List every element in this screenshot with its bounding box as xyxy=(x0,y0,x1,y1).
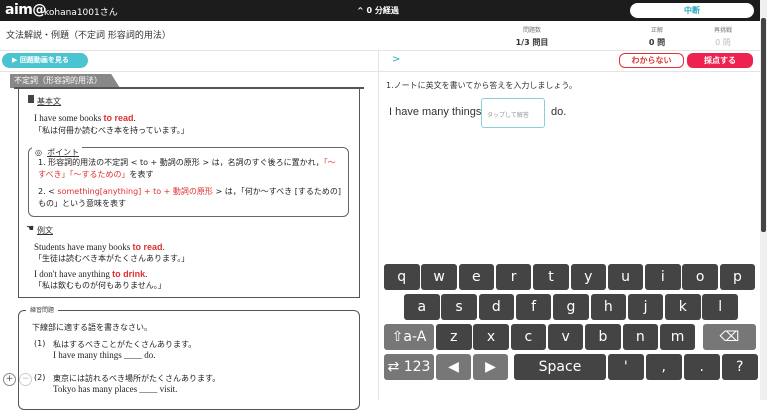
basic-translation: 「私は何冊か読むべき本を持っています。」 xyxy=(34,126,189,135)
divider xyxy=(0,71,760,72)
hand-icon: ☚ xyxy=(26,224,35,234)
key-period[interactable]: . xyxy=(684,354,720,380)
practice-instruction: 下線部に適する語を書きなさい。 xyxy=(32,323,152,332)
point-1: 1. 形容詞的用法の不定詞 < to + 動詞の原形 > は，名詞のすぐ後ろに置… xyxy=(38,158,336,179)
key-k[interactable]: k xyxy=(665,294,701,320)
key-c[interactable]: c xyxy=(510,324,547,350)
key-comma[interactable]: , xyxy=(646,354,682,380)
zoom-out-button[interactable]: − xyxy=(19,373,32,386)
key-q[interactable]: q xyxy=(384,264,420,290)
watch-video-button[interactable]: ▶ 回題動画を見る xyxy=(2,53,88,68)
key-b[interactable]: b xyxy=(585,324,621,350)
example-1: Students have many books to read. xyxy=(34,242,165,252)
username: kohana1001さん xyxy=(44,8,118,18)
key-g[interactable]: g xyxy=(553,294,589,320)
stat-label-questions: 問題数 xyxy=(522,27,541,34)
divider xyxy=(0,50,760,51)
backspace-key[interactable]: ⌫ xyxy=(703,324,756,350)
basic-heading: 基本文 xyxy=(37,97,61,106)
example-heading: 例文 xyxy=(37,226,53,235)
key-r[interactable]: r xyxy=(495,264,532,290)
page-title: 文法解説・例題（不定詞 形容詞的用法） xyxy=(6,31,171,41)
dont-know-button[interactable]: わからない xyxy=(619,53,684,68)
practice-2-en: Tokyo has many places ____ visit. xyxy=(53,384,178,394)
basic-sentence: I have some books to read. xyxy=(34,113,136,123)
pause-button[interactable]: 中断 xyxy=(630,3,754,18)
stat-label-correct: 正解 xyxy=(650,27,663,34)
top-bar: aim@ kohana1001さん ^ 0 分経過 中断 xyxy=(0,0,767,21)
practice-1-en: I have many things ____ do. xyxy=(53,350,156,360)
key-y[interactable]: y xyxy=(570,264,606,290)
question-instruction: 1.ノートに英文を書いてから答えを入力しましょう。 xyxy=(386,81,577,90)
key-e[interactable]: e xyxy=(458,264,495,290)
key-w[interactable]: w xyxy=(421,264,457,290)
key-z[interactable]: z xyxy=(436,324,472,350)
example-2-translation: 「私は飲むものが何もありません。」 xyxy=(34,281,166,290)
right-arrow-key[interactable]: ▶ xyxy=(473,354,508,380)
key-s[interactable]: s xyxy=(441,294,477,320)
practice-heading: 練習問題 xyxy=(26,305,59,314)
key-a[interactable]: a xyxy=(404,294,440,320)
key-o[interactable]: o xyxy=(682,264,718,290)
practice-2-jp: 東京には訪れるべき場所がたくさんあります。 xyxy=(53,374,221,383)
key-h[interactable]: h xyxy=(590,294,626,320)
symbols-key[interactable]: ⇄ 123 xyxy=(384,354,434,380)
question-prefix: I have many things xyxy=(389,106,482,118)
lesson-tab: 不定詞（形容詞的用法） xyxy=(10,74,120,88)
practice-1-jp: 私はするべきことがたくさんあります。 xyxy=(53,340,197,349)
key-m[interactable]: m xyxy=(659,324,696,350)
key-v[interactable]: v xyxy=(547,324,584,350)
key-f[interactable]: f xyxy=(515,294,552,320)
aim-logo: aim@ xyxy=(5,2,46,18)
answer-input[interactable]: タップして解答 xyxy=(481,98,545,128)
check-icon: ◎ xyxy=(35,148,42,157)
question-suffix: do. xyxy=(551,106,567,118)
panel-divider xyxy=(378,50,379,400)
point-2: 2. < something[anything] + to + 動詞の原形 > … xyxy=(38,187,341,208)
example-1-translation: 「生徒は読むべき本がたくさんあります。」 xyxy=(34,254,190,263)
stat-value-retry: 0 問 xyxy=(715,38,731,47)
space-key[interactable]: Space xyxy=(514,354,606,380)
key-j[interactable]: j xyxy=(627,294,664,320)
key-i[interactable]: i xyxy=(645,264,681,290)
key-l[interactable]: l xyxy=(702,294,738,320)
stat-value-questions: 1/3 問目 xyxy=(515,38,549,47)
stat-label-retry: 再挑戦 xyxy=(713,27,732,34)
key-apostrophe[interactable]: ' xyxy=(608,354,644,380)
grade-button[interactable]: 採点する xyxy=(687,53,753,68)
key-t[interactable]: t xyxy=(533,264,569,290)
divider xyxy=(14,87,364,89)
left-arrow-key[interactable]: ◀ xyxy=(436,354,471,380)
book-icon xyxy=(28,95,34,103)
key-question[interactable]: ? xyxy=(722,354,758,380)
chevron-right-icon[interactable]: > xyxy=(392,54,400,65)
practice-1-num: (1) xyxy=(34,339,46,348)
practice-2-num: (2) xyxy=(34,373,46,382)
example-2: I don't have anything to drink. xyxy=(34,269,148,279)
key-x[interactable]: x xyxy=(473,324,509,350)
key-u[interactable]: u xyxy=(607,264,644,290)
key-d[interactable]: d xyxy=(478,294,515,320)
zoom-in-button[interactable]: + xyxy=(3,373,16,386)
stat-value-correct: 0 問 xyxy=(648,38,666,47)
shift-key[interactable]: ⇧a-A xyxy=(384,324,434,350)
scrollbar-thumb[interactable] xyxy=(761,18,766,232)
elapsed-timer[interactable]: ^ 0 分経過 xyxy=(357,5,399,16)
key-n[interactable]: n xyxy=(622,324,658,350)
key-p[interactable]: p xyxy=(719,264,756,290)
